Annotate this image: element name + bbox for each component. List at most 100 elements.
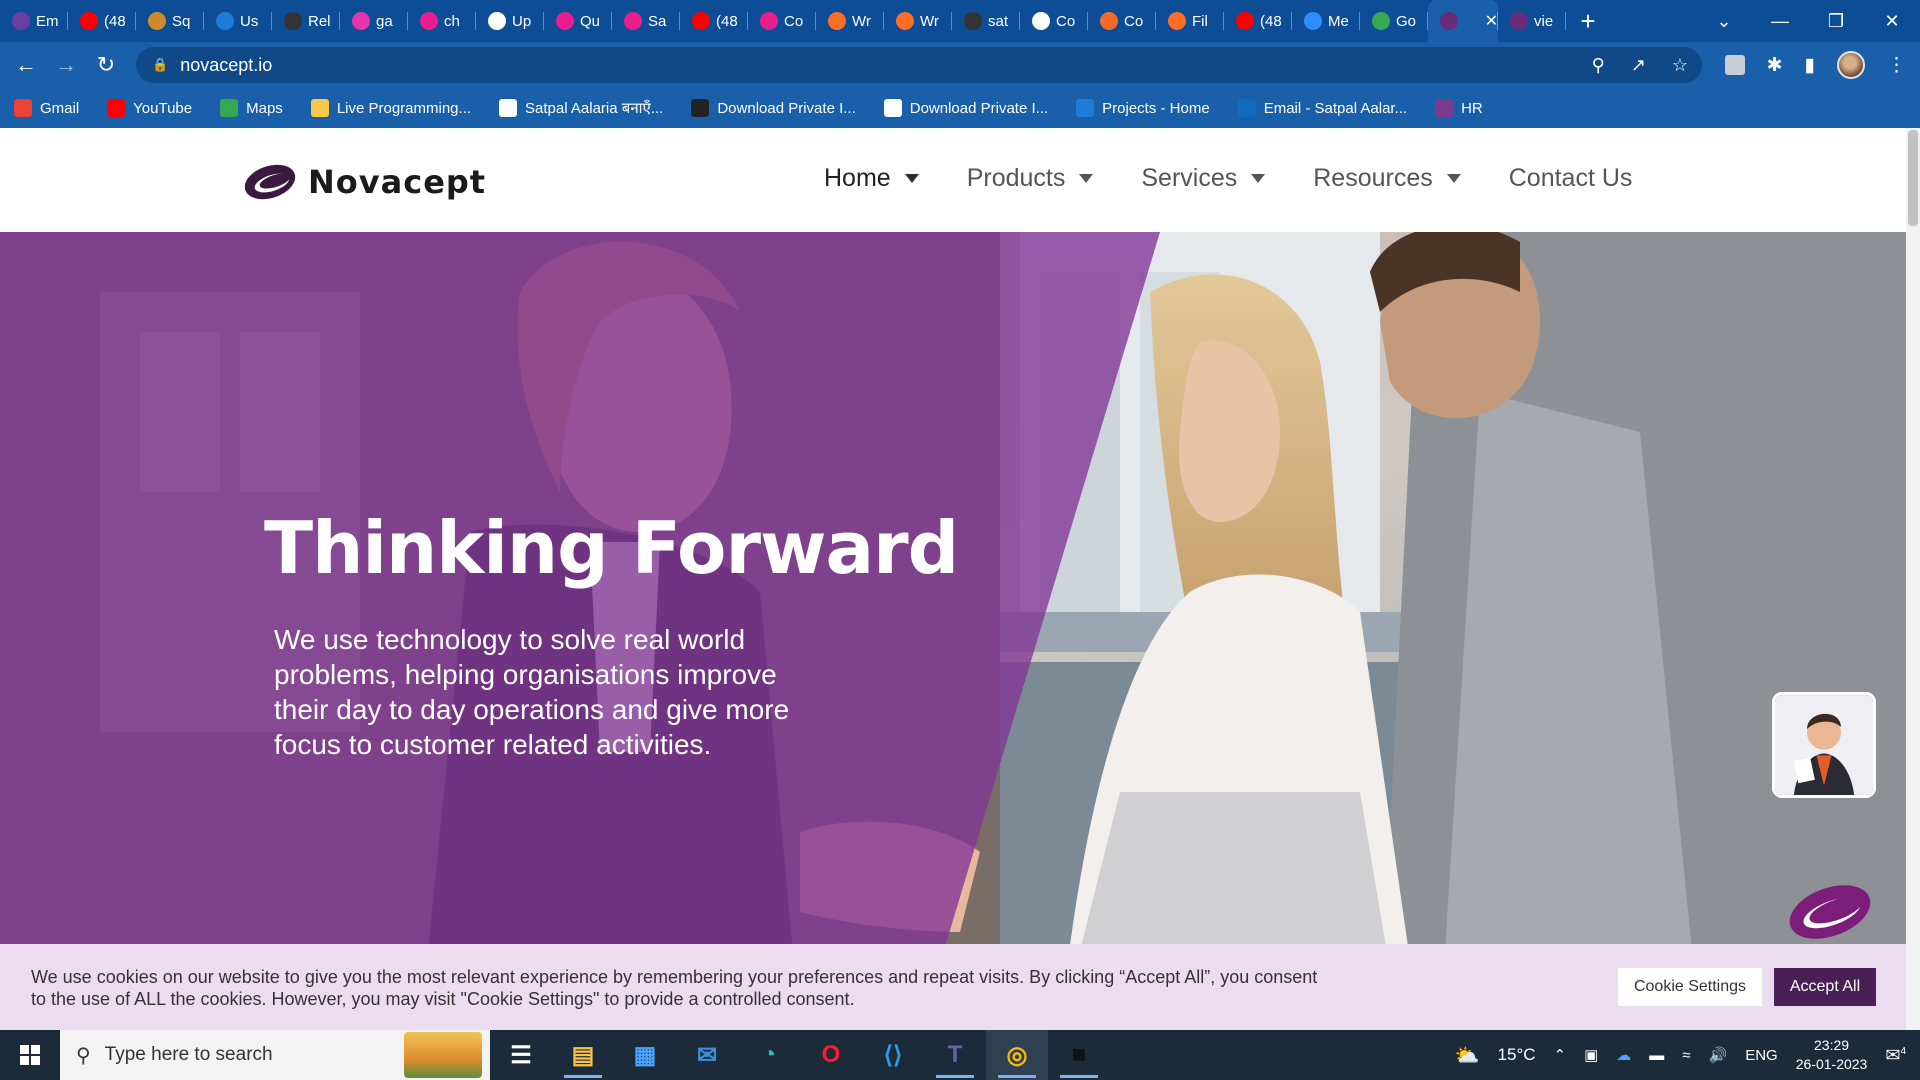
close-window-icon[interactable]: ✕ xyxy=(1864,11,1920,32)
browser-tab[interactable]: Wr xyxy=(884,0,952,42)
nav-products[interactable]: Products xyxy=(967,158,1094,198)
file-explorer-icon[interactable]: ▤ xyxy=(552,1030,614,1080)
browser-tab[interactable]: ch xyxy=(408,0,476,42)
bookmark-label: Download Private I... xyxy=(717,99,856,117)
profile-avatar[interactable] xyxy=(1837,51,1865,79)
cookie-settings-button[interactable]: Cookie Settings xyxy=(1618,968,1762,1006)
side-panel-icon[interactable]: ▮ xyxy=(1805,54,1815,77)
browser-tab[interactable]: Up xyxy=(476,0,544,42)
bookmark-item[interactable]: Gmail xyxy=(14,99,79,117)
lock-icon[interactable]: 🔒 xyxy=(152,57,168,73)
wifi-icon[interactable]: ≈ xyxy=(1682,1047,1690,1064)
tab-search-icon[interactable]: ⌄ xyxy=(1696,11,1752,32)
h-icon xyxy=(556,12,574,30)
vscode-icon[interactable]: ⟨⟩ xyxy=(862,1030,924,1080)
bookmark-item[interactable]: Maps xyxy=(220,99,283,117)
browser-tab[interactable]: Co xyxy=(1020,0,1088,42)
browser-tab[interactable]: ✕ xyxy=(1428,0,1498,42)
show-hidden-icons-icon[interactable]: ⌃ xyxy=(1554,1046,1567,1064)
browser-tab[interactable]: (48 xyxy=(68,0,136,42)
language-indicator[interactable]: ENG xyxy=(1745,1047,1778,1064)
browser-tab[interactable]: Rel xyxy=(272,0,340,42)
forward-icon[interactable]: → xyxy=(46,45,86,85)
extension-puzzle-icon[interactable] xyxy=(1724,55,1745,75)
reload-icon[interactable]: ↻ xyxy=(86,45,126,85)
bookmark-item[interactable]: Download Private I... xyxy=(883,99,1048,117)
browser-tab[interactable]: sat xyxy=(952,0,1020,42)
bookmark-item[interactable]: YouTube xyxy=(107,99,192,117)
clock[interactable]: 23:29 26-01-2023 xyxy=(1796,1036,1868,1074)
browser-tab[interactable]: vie xyxy=(1498,0,1566,42)
browser-tab[interactable]: ga xyxy=(340,0,408,42)
browser-tab[interactable]: Sq xyxy=(136,0,204,42)
browser-tab[interactable]: Sa xyxy=(612,0,680,42)
bookmark-item[interactable]: Projects - Home xyxy=(1076,99,1210,117)
graphql-icon xyxy=(352,12,370,30)
new-tab-button[interactable]: + xyxy=(1566,0,1610,42)
nav-home[interactable]: Home xyxy=(824,158,919,198)
back-icon[interactable]: ← xyxy=(6,45,46,85)
chat-assistant-widget[interactable] xyxy=(1772,692,1876,798)
bookmark-item[interactable]: Satpal Aalaria बनाएँ... xyxy=(499,98,663,118)
chrome-icon[interactable]: ◎ xyxy=(986,1030,1048,1080)
browser-tab[interactable]: (48 xyxy=(1224,0,1292,42)
minimize-icon[interactable]: — xyxy=(1752,11,1808,32)
youtube-icon xyxy=(107,99,126,117)
page-scrollbar[interactable] xyxy=(1906,128,1920,1030)
notifications-icon[interactable]: ✉4 xyxy=(1885,1045,1906,1066)
weather-icon[interactable]: ⛅ xyxy=(1455,1043,1480,1068)
restore-icon[interactable]: ❐ xyxy=(1808,11,1864,32)
bookmark-item[interactable]: Live Programming... xyxy=(310,99,471,117)
browser-tab[interactable]: Qu xyxy=(544,0,612,42)
terminal-icon[interactable]: ■ xyxy=(1048,1030,1110,1080)
browser-tab[interactable]: (48 xyxy=(680,0,748,42)
device-icon[interactable]: ▣ xyxy=(1584,1046,1598,1064)
browser-tab[interactable]: Me xyxy=(1292,0,1360,42)
browser-tab[interactable]: Co xyxy=(1088,0,1156,42)
nav-resources[interactable]: Resources xyxy=(1313,158,1461,198)
bookmark-item[interactable]: Download Private I... xyxy=(691,99,856,117)
task-view-icon[interactable]: ☰ xyxy=(490,1030,552,1080)
squarespace-icon xyxy=(148,12,166,30)
browser-tab[interactable]: Go xyxy=(1360,0,1428,42)
browser-tab[interactable]: Co xyxy=(748,0,816,42)
address-bar[interactable]: 🔒 novacept.io ⚲ ↗ ☆ xyxy=(136,47,1702,83)
nav-services[interactable]: Services xyxy=(1141,158,1266,198)
bookmark-star-icon[interactable]: ☆ xyxy=(1672,55,1688,76)
nav-label: Contact Us xyxy=(1508,163,1633,192)
browser-tab[interactable]: Wr xyxy=(816,0,884,42)
browser-tab[interactable]: Em xyxy=(0,0,68,42)
taskbar-search[interactable]: ⚲ Type here to search xyxy=(60,1030,490,1080)
url-text[interactable]: novacept.io xyxy=(180,55,272,76)
start-button[interactable] xyxy=(0,1030,60,1080)
nav-contact-us[interactable]: Contact Us xyxy=(1509,158,1633,198)
accept-all-button[interactable]: Accept All xyxy=(1774,968,1876,1006)
edge-icon[interactable]: ◔ xyxy=(738,1030,800,1080)
volume-icon[interactable]: 🔊 xyxy=(1709,1046,1728,1064)
weather-temp[interactable]: 15°C xyxy=(1498,1045,1536,1065)
microsoft-store-icon[interactable]: ▦ xyxy=(614,1030,676,1080)
bookmark-item[interactable]: HR xyxy=(1435,99,1483,117)
clock-date: 26-01-2023 xyxy=(1795,1056,1868,1072)
share-icon[interactable]: ↗ xyxy=(1631,55,1646,76)
opera-icon[interactable]: O xyxy=(800,1030,862,1080)
novacept-logo[interactable]: Novacept xyxy=(242,162,486,202)
battery-icon[interactable]: ▬ xyxy=(1649,1047,1664,1064)
floating-novacept-icon[interactable] xyxy=(1786,878,1874,942)
novacept-logo-icon xyxy=(244,164,296,200)
browser-menu-icon[interactable]: ⋮ xyxy=(1887,54,1906,77)
browser-tab[interactable]: Fil xyxy=(1156,0,1224,42)
bookmark-item[interactable]: Email - Satpal Aalar... xyxy=(1237,99,1407,117)
outlook-icon xyxy=(1237,99,1256,117)
close-tab-icon[interactable]: ✕ xyxy=(1485,11,1498,31)
location-icon[interactable]: ⚲ xyxy=(1592,55,1605,76)
teams-icon[interactable]: T xyxy=(924,1030,986,1080)
search-placeholder[interactable]: Type here to search xyxy=(105,1044,273,1066)
scrollbar-thumb[interactable] xyxy=(1908,130,1918,226)
browser-tab[interactable]: Us xyxy=(204,0,272,42)
onedrive-icon[interactable]: ☁ xyxy=(1616,1046,1631,1064)
mail-icon[interactable]: ✉ xyxy=(676,1030,738,1080)
w-icon xyxy=(499,99,518,117)
caret-down-icon xyxy=(1251,173,1266,183)
extensions-icon[interactable]: ✱ xyxy=(1767,54,1783,77)
